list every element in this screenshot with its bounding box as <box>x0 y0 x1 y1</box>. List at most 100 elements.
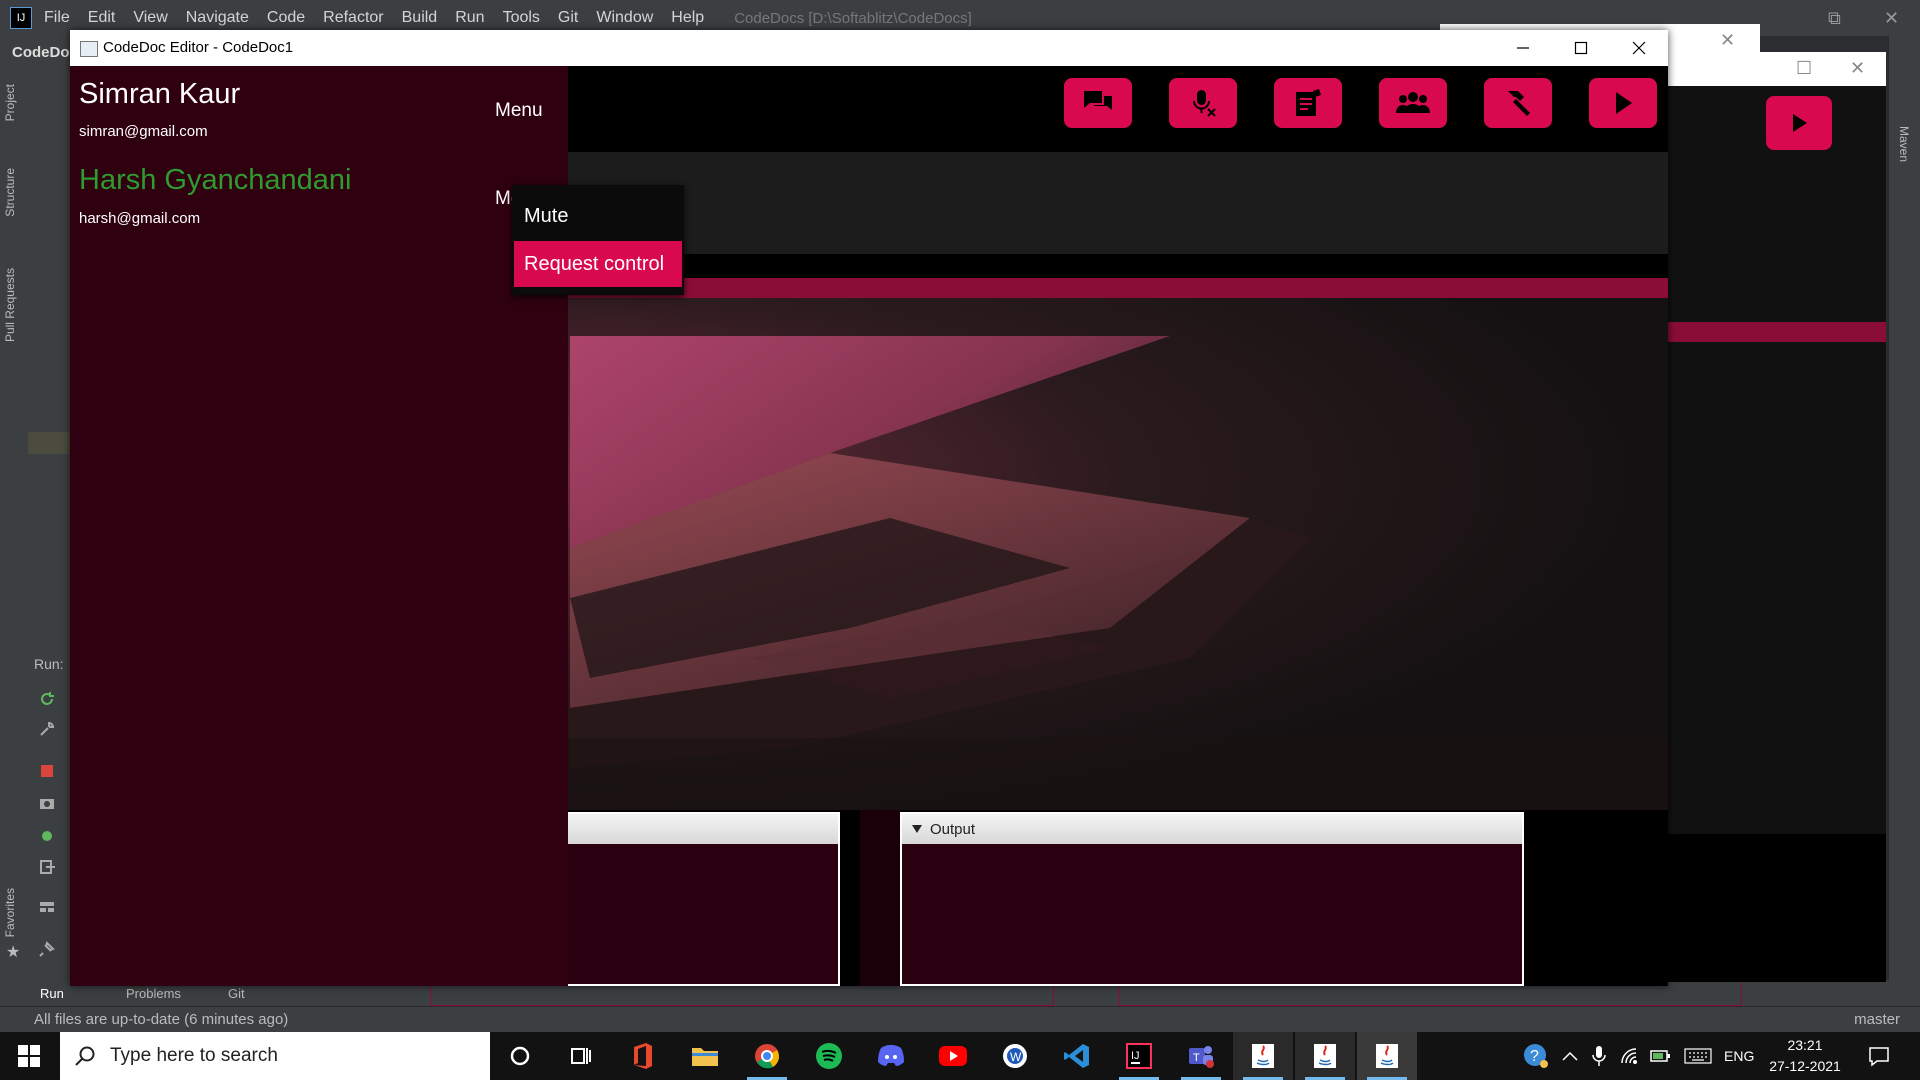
debug-icon[interactable] <box>38 826 56 844</box>
menu-run[interactable]: Run <box>455 9 484 27</box>
menu-build[interactable]: Build <box>402 9 438 27</box>
language-indicator[interactable]: ENG <box>1724 1032 1754 1080</box>
taskbar-app-office[interactable] <box>613 1032 673 1080</box>
taskbar-search-box[interactable]: Type here to search <box>60 1032 490 1080</box>
user-menu-button[interactable]: Menu <box>495 100 543 122</box>
svg-text:T: T <box>1193 1052 1200 1064</box>
svg-text:IJ: IJ <box>1131 1050 1140 1062</box>
taskbar-app-java[interactable] <box>1233 1032 1293 1080</box>
taskbar-app-chrome[interactable] <box>737 1032 797 1080</box>
star-icon[interactable]: ★ <box>6 942 20 962</box>
camera-icon[interactable] <box>38 794 56 812</box>
bottom-tab-git[interactable]: Git <box>228 986 245 1001</box>
battery-icon[interactable] <box>1650 1032 1672 1080</box>
run-button[interactable] <box>1589 78 1657 128</box>
menu-navigate[interactable]: Navigate <box>186 9 249 27</box>
exit-icon[interactable] <box>38 858 56 876</box>
cortana-button[interactable] <box>490 1032 550 1080</box>
taskbar-app-vscode[interactable] <box>1047 1032 1107 1080</box>
tab-favorites[interactable]: Favorites <box>3 888 17 937</box>
keyboard-icon[interactable] <box>1684 1032 1712 1080</box>
git-branch[interactable]: master <box>1854 1011 1900 1028</box>
tab-structure[interactable]: Structure <box>3 168 17 217</box>
layout-icon[interactable] <box>38 898 56 916</box>
panel-area <box>1660 834 1886 982</box>
app-icon <box>80 41 98 57</box>
taskbar-app-discord[interactable] <box>861 1032 921 1080</box>
tab-maven[interactable]: Maven <box>1897 126 1911 162</box>
bottom-tab-problems[interactable]: Problems <box>126 986 181 1001</box>
taskbar-app-java[interactable] <box>1357 1032 1417 1080</box>
window-title: CodeDoc Editor - CodeDoc1 <box>103 39 294 56</box>
spotify-icon <box>816 1043 842 1069</box>
notes-button[interactable] <box>1274 78 1342 128</box>
office-icon <box>634 1043 652 1069</box>
svg-text:W: W <box>1010 1050 1022 1064</box>
mute-mic-button[interactable] <box>1169 78 1237 128</box>
taskbar-app-spotify[interactable] <box>799 1032 859 1080</box>
task-view-icon <box>571 1048 591 1064</box>
participants-button[interactable] <box>1379 78 1447 128</box>
rerun-icon[interactable] <box>38 690 56 708</box>
play-button[interactable] <box>1766 96 1832 150</box>
stop-icon[interactable] <box>38 762 56 780</box>
close-icon[interactable]: ✕ <box>1720 30 1735 51</box>
menu-code[interactable]: Code <box>267 9 305 27</box>
taskbar-app-teams[interactable]: T <box>1171 1032 1231 1080</box>
task-view-button[interactable] <box>550 1032 610 1080</box>
menu-view[interactable]: View <box>133 9 167 27</box>
pin-icon[interactable] <box>38 940 56 958</box>
taskbar-clock[interactable]: 23:21 27-12-2021 <box>1765 1035 1845 1077</box>
intellij-icon: IJ <box>1126 1043 1152 1069</box>
menu-refactor[interactable]: Refactor <box>323 9 383 27</box>
window-titlebar: CodeDoc Editor - CodeDoc1 <box>70 30 1668 66</box>
menu-item-request-control[interactable]: Request control <box>514 241 682 287</box>
ide-project-strip <box>28 36 70 996</box>
taskbar-app-java[interactable] <box>1295 1032 1355 1080</box>
ide-restore-icon[interactable]: ⧉ <box>1828 8 1841 29</box>
taskbar-app-intellij[interactable]: IJ <box>1109 1032 1169 1080</box>
maximize-button[interactable] <box>1552 30 1610 66</box>
java-icon <box>1314 1044 1336 1068</box>
taskbar-app-file-explorer[interactable] <box>675 1032 735 1080</box>
user-name: Harsh Gyanchandani <box>79 164 352 196</box>
tab-project[interactable]: Project <box>3 84 17 121</box>
start-button[interactable] <box>0 1032 58 1080</box>
windows-taskbar: Type here to search W IJ T ? ENG 23:21 2… <box>0 1032 1920 1080</box>
wrench-icon[interactable] <box>38 720 56 738</box>
wifi-icon[interactable] <box>1620 1032 1642 1080</box>
status-message: All files are up-to-date (6 minutes ago) <box>34 1011 289 1028</box>
menu-help[interactable]: Help <box>671 9 704 27</box>
accent-stripe <box>1660 322 1886 342</box>
minimize-button[interactable] <box>1494 30 1552 66</box>
output-panel-header[interactable]: Output <box>902 814 1522 844</box>
menu-edit[interactable]: Edit <box>88 9 116 27</box>
user-name: Simran Kaur <box>79 78 241 110</box>
build-button[interactable] <box>1484 78 1552 128</box>
taskbar-app-word[interactable]: W <box>985 1032 1045 1080</box>
search-placeholder: Type here to search <box>110 1045 278 1066</box>
help-tray-icon[interactable]: ? <box>1522 1032 1550 1080</box>
menu-file[interactable]: File <box>44 9 70 27</box>
ide-close-icon[interactable]: ✕ <box>1884 8 1899 29</box>
chat-button[interactable] <box>1064 78 1132 128</box>
menu-tools[interactable]: Tools <box>503 9 540 27</box>
ide-status-bar: All files are up-to-date (6 minutes ago)… <box>0 1006 1920 1033</box>
menu-window[interactable]: Window <box>596 9 653 27</box>
tab-pull-requests[interactable]: Pull Requests <box>3 268 17 342</box>
maximize-icon[interactable]: ☐ <box>1796 58 1812 79</box>
word-icon: W <box>1003 1044 1027 1068</box>
taskbar-app-youtube[interactable] <box>923 1032 983 1080</box>
microphone-icon[interactable] <box>1592 1032 1606 1080</box>
chat-icon <box>1084 91 1112 110</box>
chevron-up-icon[interactable] <box>1562 1032 1578 1080</box>
user-context-menu: Mute Request control <box>512 185 684 295</box>
menu-item-mute[interactable]: Mute <box>524 205 568 228</box>
notification-center-icon[interactable] <box>1868 1032 1890 1080</box>
bottom-tab-run[interactable]: Run <box>40 986 64 1001</box>
selected-row <box>28 432 70 454</box>
close-button[interactable] <box>1610 30 1668 66</box>
close-icon[interactable]: ✕ <box>1850 58 1865 79</box>
menu-git[interactable]: Git <box>558 9 578 27</box>
collapse-triangle-icon <box>912 825 922 833</box>
